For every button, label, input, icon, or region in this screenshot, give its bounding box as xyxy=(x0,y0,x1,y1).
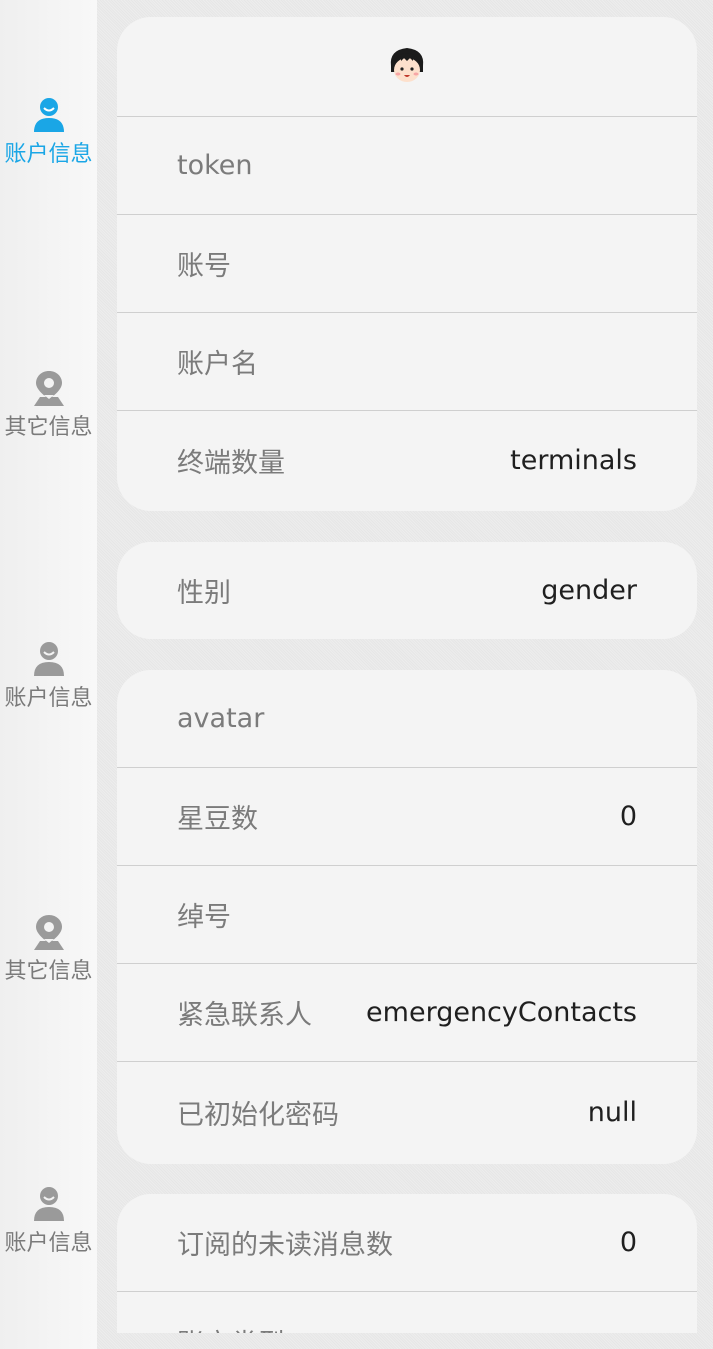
info-row-account-type[interactable]: 账户类型 xyxy=(117,1292,697,1334)
avatar-row[interactable] xyxy=(117,17,697,117)
row-label: 绰号 xyxy=(177,902,231,933)
sidebar-item-label: 账户信息 xyxy=(4,1231,93,1256)
info-row-account-name[interactable]: 账户名 xyxy=(117,313,697,411)
account-card: token 账号 账户名 终端数量 terminals xyxy=(117,17,697,511)
sidebar-item-account-info[interactable]: 账户信息 xyxy=(0,1185,97,1265)
row-value: gender xyxy=(541,575,637,606)
location-pin-icon xyxy=(33,371,64,406)
row-label: 账号 xyxy=(177,251,231,282)
row-label: 星豆数 xyxy=(177,804,258,835)
row-label: 订阅的未读消息数 xyxy=(177,1230,393,1261)
user-icon xyxy=(33,642,64,676)
info-row-avatar[interactable]: avatar xyxy=(117,670,697,768)
user-icon xyxy=(33,98,64,132)
main-content[interactable]: token 账号 账户名 终端数量 terminals 性别 gender av… xyxy=(117,0,697,1333)
sidebar-item-account-info[interactable]: 账户信息 xyxy=(0,640,97,720)
row-value: terminals xyxy=(510,444,637,476)
sidebar-item-other-info[interactable]: 其它信息 xyxy=(0,369,97,449)
row-label: 账户类型 xyxy=(177,1322,285,1334)
sidebar-item-account-info[interactable]: 账户信息 xyxy=(0,96,97,176)
row-label: 账户名 xyxy=(177,349,258,380)
info-row-account-number[interactable]: 账号 xyxy=(117,215,697,313)
user-icon xyxy=(33,1187,64,1221)
row-label: 紧急联系人 xyxy=(177,1000,312,1031)
row-label: 已初始化密码 xyxy=(177,1099,339,1131)
info-row-nickname[interactable]: 绰号 xyxy=(117,866,697,964)
row-label: 性别 xyxy=(177,578,231,609)
row-value: null xyxy=(587,1096,637,1128)
subscription-card: 订阅的未读消息数 0 账户类型 xyxy=(117,1194,697,1333)
sidebar-item-label: 账户信息 xyxy=(4,686,93,711)
info-row-unread-messages[interactable]: 订阅的未读消息数 0 xyxy=(117,1194,697,1292)
sidebar-item-other-info[interactable]: 其它信息 xyxy=(0,913,97,993)
info-row-terminal-count[interactable]: 终端数量 terminals xyxy=(117,411,697,509)
sidebar-item-label: 其它信息 xyxy=(4,959,93,984)
row-value: 0 xyxy=(619,801,637,832)
info-row-emergency-contacts[interactable]: 紧急联系人 emergencyContacts xyxy=(117,964,697,1062)
row-label: avatar xyxy=(177,703,265,734)
row-label: 终端数量 xyxy=(177,447,285,479)
row-value: emergencyContacts xyxy=(366,997,637,1028)
row-value: 0 xyxy=(619,1227,637,1258)
sidebar-item-label: 其它信息 xyxy=(4,415,93,440)
sidebar: 账户信息 其它信息 账户信息 其它信息 账户信息 xyxy=(0,0,97,1349)
other-info-card: avatar 星豆数 0 绰号 紧急联系人 emergencyContacts … xyxy=(117,670,697,1164)
info-row-token[interactable]: token xyxy=(117,117,697,215)
row-label: token xyxy=(177,150,253,181)
info-row-star-beans[interactable]: 星豆数 0 xyxy=(117,768,697,866)
gender-card: 性别 gender xyxy=(117,542,697,639)
location-pin-icon xyxy=(33,915,64,950)
cartoon-girl-avatar-icon xyxy=(390,48,424,82)
info-row-gender[interactable]: 性别 gender xyxy=(117,542,697,639)
info-row-password-initialized[interactable]: 已初始化密码 null xyxy=(117,1062,697,1162)
sidebar-item-label: 账户信息 xyxy=(4,142,93,167)
